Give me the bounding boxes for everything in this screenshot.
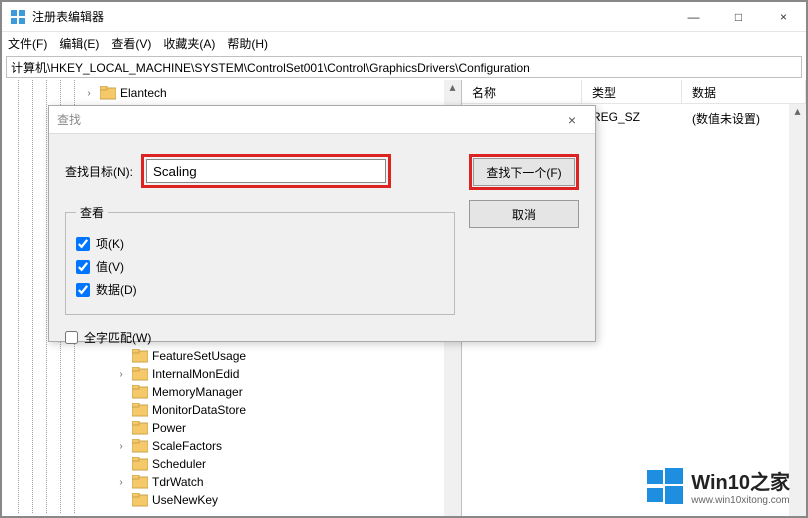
chk-keys-input[interactable]: [76, 237, 90, 251]
watermark-url: www.win10xitong.com: [691, 495, 790, 506]
folder-icon: [132, 421, 148, 435]
window-title: 注册表编辑器: [32, 8, 671, 25]
menubar: 文件(F) 编辑(E) 查看(V) 收藏夹(A) 帮助(H): [2, 32, 806, 54]
watermark-brand: Win10之家: [691, 466, 790, 495]
lookat-group: 查看 项(K) 值(V) 数据(D): [65, 204, 455, 315]
menu-edit[interactable]: 编辑(E): [59, 35, 99, 52]
folder-icon: [132, 403, 148, 417]
chk-values[interactable]: 值(V): [76, 258, 444, 275]
dialog-title: 查找: [57, 111, 81, 128]
chk-data-label: 数据(D): [96, 281, 137, 298]
expand-icon[interactable]: ›: [82, 88, 96, 99]
menu-view[interactable]: 查看(V): [111, 35, 151, 52]
dialog-close-button[interactable]: ×: [557, 112, 587, 128]
col-data[interactable]: 数据: [682, 80, 806, 103]
watermark: Win10之家 www.win10xitong.com: [647, 466, 790, 506]
highlight-box: [141, 154, 391, 188]
address-bar[interactable]: 计算机\HKEY_LOCAL_MACHINE\SYSTEM\ControlSet…: [6, 56, 802, 78]
dialog-titlebar[interactable]: 查找 ×: [49, 106, 595, 134]
col-type[interactable]: 类型: [582, 80, 682, 103]
close-button[interactable]: ×: [761, 2, 806, 32]
chk-data-input[interactable]: [76, 283, 90, 297]
tree-node-label: MemoryManager: [152, 385, 243, 399]
chk-data[interactable]: 数据(D): [76, 281, 444, 298]
tree-node-label: InternalMonEdid: [152, 367, 239, 381]
list-header: 名称 类型 数据: [462, 80, 806, 104]
chk-wholeword-label: 全字匹配(W): [84, 329, 151, 346]
find-next-button[interactable]: 查找下一个(F): [473, 158, 575, 186]
chk-values-label: 值(V): [96, 258, 124, 275]
regedit-icon: [10, 9, 26, 25]
tree-node[interactable]: › InternalMonEdid: [2, 365, 461, 383]
menu-file[interactable]: 文件(F): [8, 35, 47, 52]
tree-node[interactable]: UseNewKey: [2, 491, 461, 509]
folder-icon: [132, 439, 148, 453]
expand-icon[interactable]: ›: [114, 441, 128, 452]
titlebar: 注册表编辑器 — □ ×: [2, 2, 806, 32]
cancel-button[interactable]: 取消: [469, 200, 579, 228]
scroll-up-icon[interactable]: ▴: [444, 80, 461, 94]
highlight-box: 查找下一个(F): [469, 154, 579, 190]
chk-keys-label: 项(K): [96, 235, 124, 252]
tree-node[interactable]: MonitorDataStore: [2, 401, 461, 419]
menu-help[interactable]: 帮助(H): [227, 35, 268, 52]
scroll-up-icon[interactable]: ▴: [789, 104, 806, 118]
folder-icon: [132, 367, 148, 381]
tree-node-label: UseNewKey: [152, 493, 218, 507]
minimize-button[interactable]: —: [671, 2, 716, 32]
col-name[interactable]: 名称: [462, 80, 582, 103]
chk-wholeword-input[interactable]: [65, 331, 78, 344]
chk-keys[interactable]: 项(K): [76, 235, 444, 252]
folder-icon: [132, 493, 148, 507]
tree-node[interactable]: › TdrWatch: [2, 473, 461, 491]
tree-node-label: MonitorDataStore: [152, 403, 246, 417]
find-target-input[interactable]: [146, 159, 386, 183]
tree-node-label: TdrWatch: [152, 475, 204, 489]
maximize-button[interactable]: □: [716, 2, 761, 32]
tree-node[interactable]: › ScaleFactors: [2, 437, 461, 455]
lookat-legend: 查看: [76, 204, 108, 221]
tree-node-label: ScaleFactors: [152, 439, 222, 453]
expand-icon[interactable]: ›: [114, 369, 128, 380]
cell-data: (数值未设置): [682, 108, 806, 129]
list-scrollbar[interactable]: ▴: [789, 104, 806, 516]
tree-node[interactable]: MemoryManager: [2, 383, 461, 401]
expand-icon[interactable]: ›: [114, 477, 128, 488]
find-dialog: 查找 × 查找目标(N): 查看 项(K) 值(V): [48, 105, 596, 342]
cell-type: REG_SZ: [582, 108, 682, 129]
find-target-label: 查找目标(N):: [65, 163, 133, 180]
folder-icon: [132, 475, 148, 489]
tree-node[interactable]: › Elantech: [2, 84, 461, 102]
folder-icon: [132, 457, 148, 471]
tree-node[interactable]: Power: [2, 419, 461, 437]
tree-node-label: Power: [152, 421, 186, 435]
folder-icon: [100, 86, 116, 100]
tree-node[interactable]: Scheduler: [2, 455, 461, 473]
menu-favorites[interactable]: 收藏夹(A): [163, 35, 215, 52]
chk-values-input[interactable]: [76, 260, 90, 274]
folder-icon: [132, 385, 148, 399]
windows-logo-icon: [647, 468, 683, 504]
tree-node-label: Scheduler: [152, 457, 206, 471]
tree-node-label: Elantech: [120, 86, 167, 100]
